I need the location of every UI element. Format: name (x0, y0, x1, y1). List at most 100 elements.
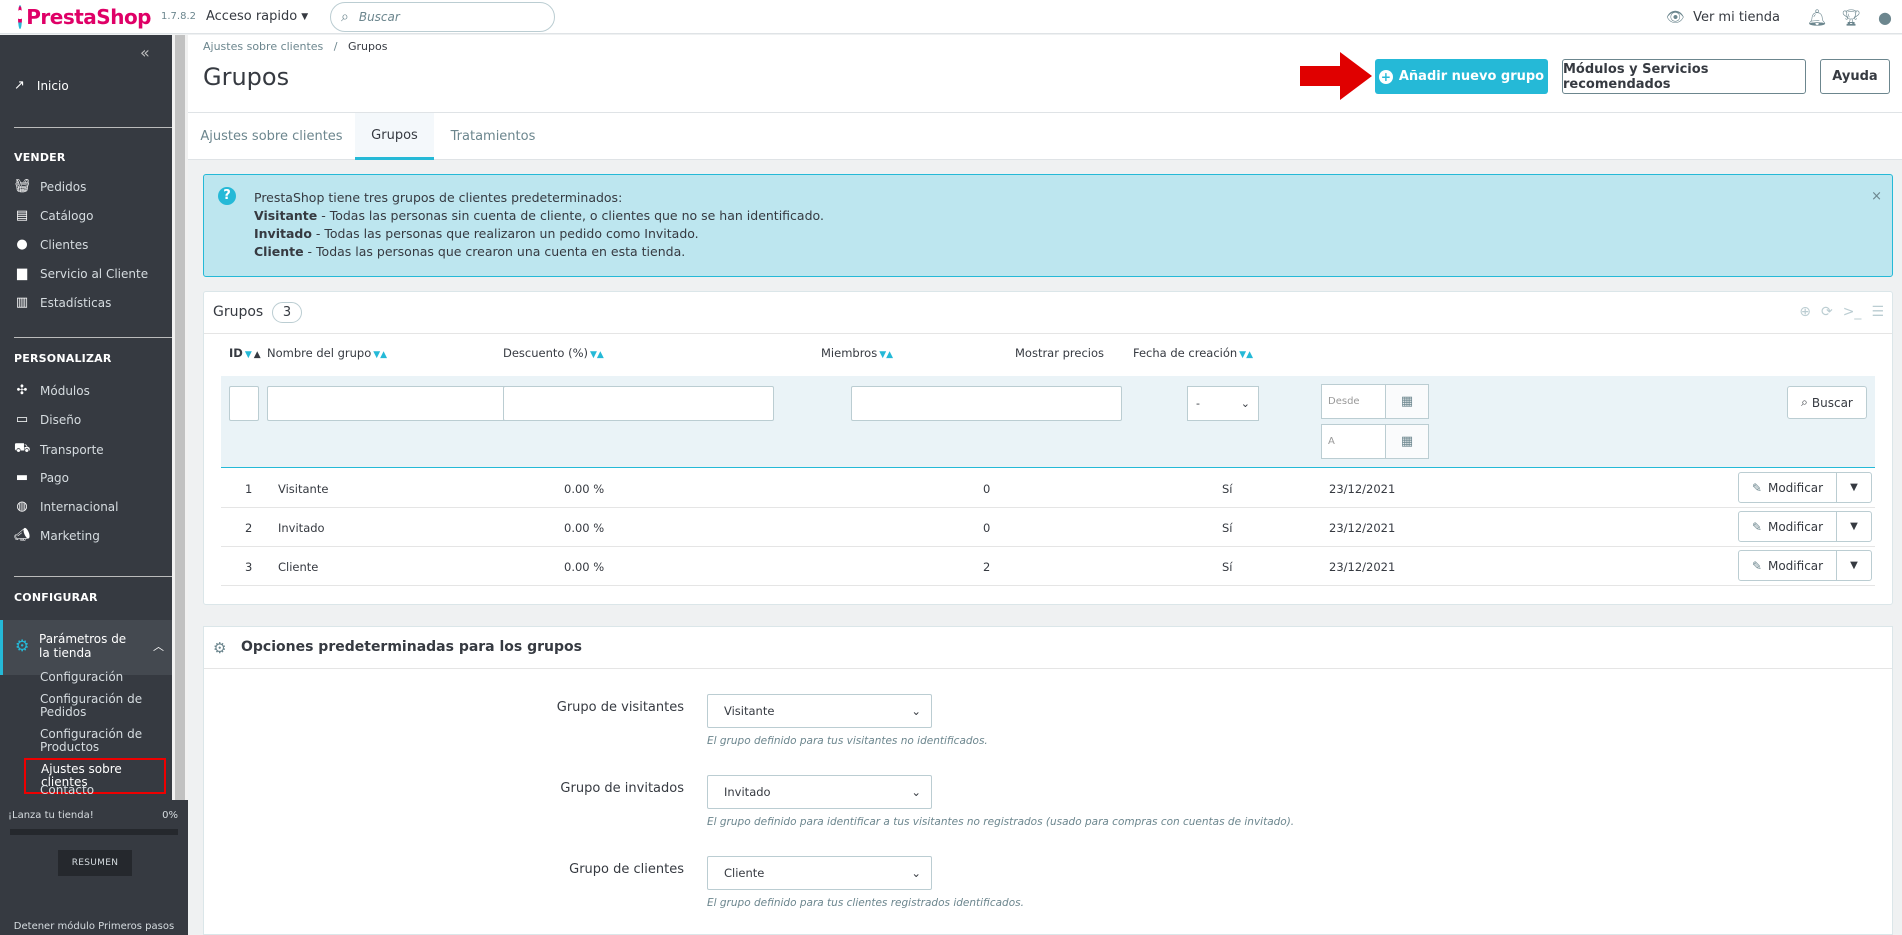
cell-id: 2 (245, 521, 253, 535)
logo[interactable]: PrestaShop 1.7.8.2 (0, 4, 196, 29)
brand-name: PrestaShop (26, 4, 151, 29)
row-actions: ✎ Modificar ▼ (1738, 472, 1872, 503)
filter-members-input[interactable] (851, 386, 1122, 421)
date-to-placeholder: A (1322, 425, 1386, 458)
tab-titles[interactable]: Tratamientos (434, 113, 552, 160)
column-header-name[interactable]: Nombre del grupo ▼▲ (267, 346, 387, 360)
breadcrumb-parent[interactable]: Ajustes sobre clientes (203, 40, 323, 53)
sidebar-item-label: Pago (40, 470, 70, 485)
calendar-icon[interactable]: ▦ (1386, 425, 1428, 458)
edit-button-label: Modificar (1767, 519, 1824, 534)
cell-show-prices: Sí (1222, 482, 1233, 496)
search-input[interactable]: ⌕ Buscar (330, 1, 555, 32)
sidebar-item-shop-parameters[interactable]: ⚙ Parámetros de la tienda ︿ (0, 620, 172, 675)
database-icon[interactable]: ☰ (1871, 304, 1884, 320)
table-row[interactable]: 1 Visitante 0.00 % 0 Sí 23/12/2021 ✎ Modi… (221, 469, 1875, 508)
close-icon[interactable]: × (1871, 189, 1882, 204)
sidebar-item-design[interactable]: ▭ Diseño (14, 412, 81, 427)
alert-line-text: - Todas las personas que crearon una cue… (303, 244, 686, 259)
collapse-sidebar-icon[interactable]: « (140, 43, 150, 62)
store-icon: ▤ (15, 208, 29, 223)
sidebar-subitem-contact[interactable]: Contacto (40, 784, 165, 797)
edit-button[interactable]: ✎ Modificar (1739, 512, 1837, 541)
tab-groups[interactable]: Grupos (355, 113, 434, 160)
filter-show-prices-select[interactable]: - ⌄ (1187, 386, 1259, 421)
alert-line: Cliente - Todas las personas que crearon… (254, 243, 824, 261)
table-row[interactable]: 3 Cliente 0.00 % 2 Sí 23/12/2021 ✎ Modifi… (221, 547, 1875, 586)
sidebar-subitem-product-settings[interactable]: Configuración de Productos (40, 728, 165, 754)
trophy-icon[interactable]: 🏆︎ (1834, 8, 1868, 27)
cell-show-prices: Sí (1222, 521, 1233, 535)
table-header: ID ▼ ▲ Nombre del grupo ▼▲ Descuento (%) ▼▲ … (221, 340, 1875, 366)
sidebar-item-payment[interactable]: ▬ Pago (14, 470, 69, 485)
chevron-down-icon: ⌄ (1240, 397, 1250, 410)
row-actions-dropdown-icon[interactable]: ▼ (1837, 512, 1871, 541)
cell-date: 23/12/2021 (1329, 521, 1396, 535)
column-header-discount[interactable]: Descuento (%) ▼▲ (503, 346, 604, 360)
sidebar-item-catalog[interactable]: ▤ Catálogo (14, 208, 94, 223)
prestashop-logo-icon (18, 4, 23, 29)
chat-icon: ▆ (17, 266, 27, 281)
sidebar-subitem-configuration[interactable]: Configuración (40, 671, 165, 684)
filter-row: - ⌄ Desde ▦ A ▦ ⌕ Buscar (221, 376, 1875, 468)
sql-query-icon[interactable]: >_ (1843, 304, 1862, 320)
resumen-button[interactable]: RESUMEN (58, 850, 132, 876)
filter-date-to[interactable]: A ▦ (1321, 424, 1429, 459)
breadcrumb-separator: / (326, 40, 345, 53)
calendar-icon[interactable]: ▦ (1386, 385, 1428, 418)
puzzle-icon: ✣ (16, 383, 28, 398)
notifications-bell-icon[interactable]: 🔔︎ (1800, 8, 1834, 27)
visitors-group-select[interactable]: Visitante ⌄ (707, 694, 932, 728)
help-button[interactable]: Ayuda (1820, 59, 1890, 94)
column-header-label: Descuento (%) (503, 346, 588, 360)
customers-group-select[interactable]: Cliente ⌄ (707, 856, 932, 890)
truck-icon: ⛟ (14, 441, 31, 456)
sidebar-item-modules[interactable]: ✣ Módulos (14, 383, 90, 398)
filter-name-input[interactable] (267, 386, 538, 421)
cell-discount: 0.00 % (564, 560, 605, 574)
filter-discount-input[interactable] (503, 386, 774, 421)
info-alert: ? PrestaShop tiene tres grupos de client… (203, 174, 1893, 277)
edit-button[interactable]: ✎ Modificar (1739, 551, 1837, 580)
sidebar-item-orders[interactable]: 🧺︎ Pedidos (14, 179, 86, 194)
row-actions-dropdown-icon[interactable]: ▼ (1837, 551, 1871, 580)
edit-button[interactable]: ✎ Modificar (1739, 473, 1837, 502)
column-header-date[interactable]: Fecha de creación ▼▲ (1133, 346, 1253, 360)
row-actions: ✎ Modificar ▼ (1738, 550, 1872, 581)
sidebar-item-shipping[interactable]: ⛟ Transporte (14, 441, 104, 458)
filter-id-input[interactable] (229, 386, 259, 421)
recommended-modules-button[interactable]: Módulos y Servicios recomendados (1562, 59, 1806, 94)
guests-group-select[interactable]: Invitado ⌄ (707, 775, 932, 809)
sidebar-item-stats[interactable]: ▥ Estadísticas (14, 295, 112, 310)
add-new-group-button[interactable]: + Añadir nuevo grupo (1375, 59, 1548, 94)
column-header-members[interactable]: Miembros ▼▲ (821, 346, 893, 360)
chevron-down-icon: ⌄ (911, 866, 921, 880)
sidebar-item-customers[interactable]: ● Clientes (14, 237, 88, 252)
sidebar-scrollbar[interactable] (172, 35, 188, 800)
visitors-group-label: Grupo de visitantes (556, 700, 684, 715)
cell-name: Visitante (278, 482, 329, 496)
view-store-link[interactable]: 👁 Ver mi tienda (1666, 8, 1780, 26)
sidebar-item-international[interactable]: ◍ Internacional (14, 499, 118, 514)
quick-access-dropdown[interactable]: Acceso rapido ▼ (206, 9, 326, 24)
filter-date-from[interactable]: Desde ▦ (1321, 384, 1429, 419)
sidebar-subitem-order-settings[interactable]: Configuración de Pedidos (40, 693, 165, 719)
column-header-id[interactable]: ID ▼ ▲ (229, 346, 261, 360)
cell-discount: 0.00 % (564, 482, 605, 496)
add-new-icon[interactable]: ⊕ (1799, 304, 1811, 320)
launch-label: ¡Lanza tu tienda! (8, 810, 94, 821)
sidebar-item-home[interactable]: ↗ Inicio (14, 78, 69, 93)
sidebar-item-customer-service[interactable]: ▆ Servicio al Cliente (14, 266, 148, 281)
tab-customer-settings[interactable]: Ajustes sobre clientes (188, 113, 355, 160)
sidebar-item-label: Internacional (40, 499, 119, 514)
globe-icon: ◍ (16, 499, 28, 514)
sidebar-item-marketing[interactable]: 📣︎ Marketing (14, 528, 100, 543)
refresh-icon[interactable]: ⟳ (1821, 304, 1833, 320)
table-row[interactable]: 2 Invitado 0.00 % 0 Sí 23/12/2021 ✎ Modif… (221, 508, 1875, 547)
cell-id: 3 (245, 560, 253, 574)
stop-onboarding-link[interactable]: Detener módulo Primeros pasos (0, 921, 188, 932)
row-actions-dropdown-icon[interactable]: ▼ (1837, 473, 1871, 502)
account-avatar-icon[interactable]: ● (1868, 8, 1902, 27)
search-button[interactable]: ⌕ Buscar (1787, 386, 1867, 419)
cell-id: 1 (245, 482, 253, 496)
